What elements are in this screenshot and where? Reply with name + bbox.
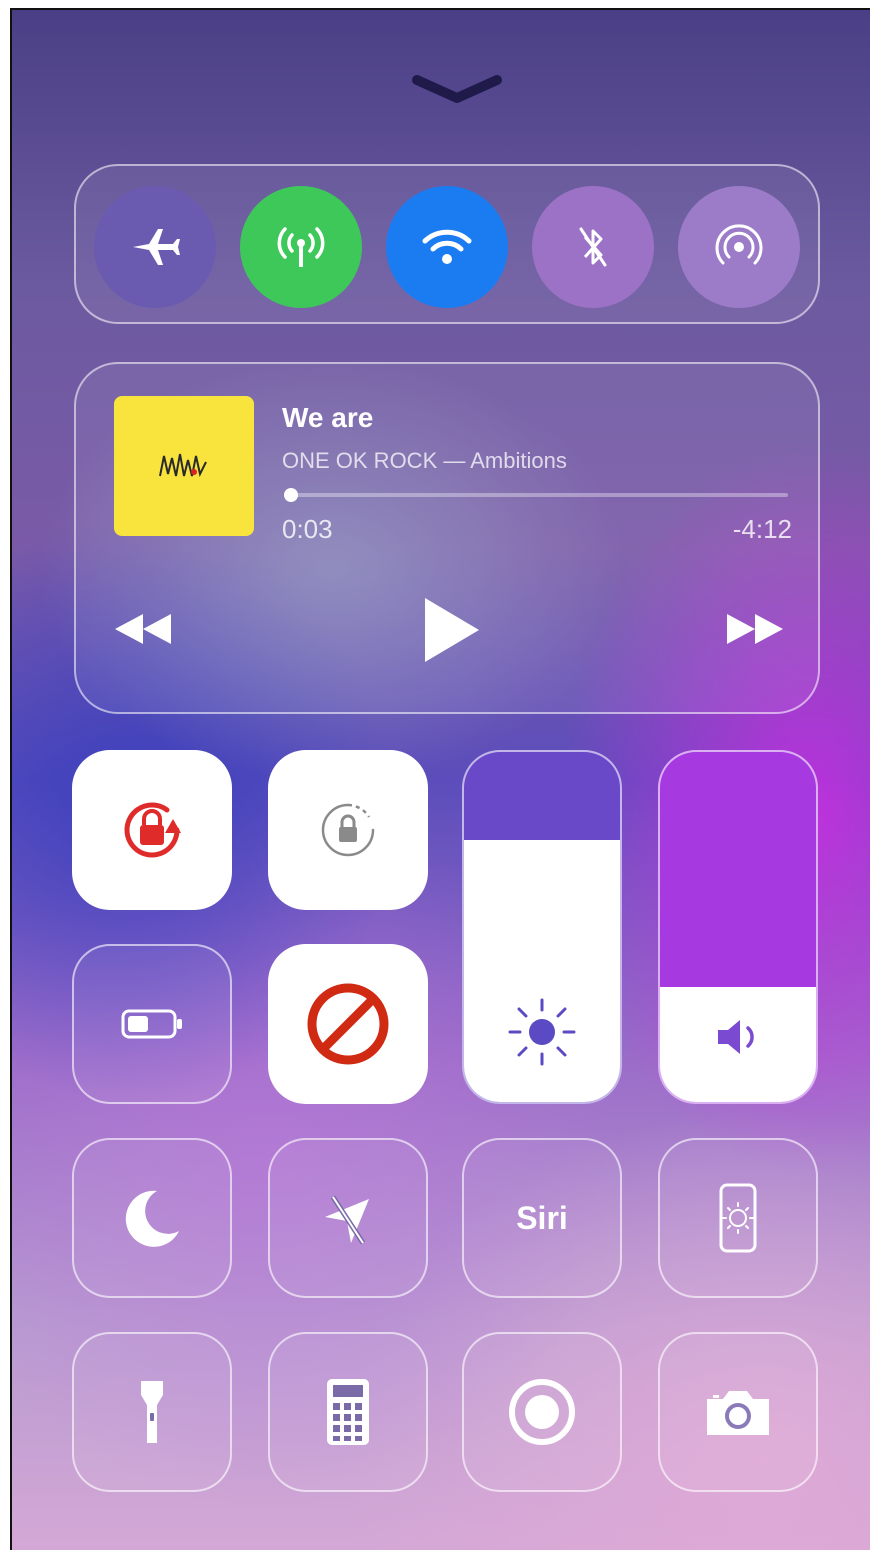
dismiss-chevron-icon[interactable] bbox=[407, 70, 507, 110]
moon-icon bbox=[125, 1190, 179, 1247]
playback-scrubber[interactable] bbox=[284, 488, 788, 502]
control-center: We are ONE OK ROCK — Ambitions 0:03 -4:1… bbox=[12, 10, 870, 1550]
battery-icon bbox=[121, 1009, 182, 1039]
orientation-lock-icon bbox=[124, 802, 181, 858]
cellular-toggle[interactable] bbox=[240, 186, 362, 308]
fast-forward-icon bbox=[727, 614, 783, 644]
camera-button[interactable] bbox=[658, 1332, 818, 1492]
calculator-icon bbox=[327, 1379, 369, 1445]
airdrop-toggle[interactable] bbox=[678, 186, 800, 308]
siri-label: Siri bbox=[516, 1199, 568, 1236]
low-power-mode-button[interactable] bbox=[72, 944, 232, 1104]
play-button[interactable] bbox=[416, 592, 486, 668]
siri-button[interactable]: Siri bbox=[462, 1138, 622, 1298]
rotation-lock-alt-button[interactable] bbox=[268, 750, 428, 910]
calculator-button[interactable] bbox=[268, 1332, 428, 1492]
airdrop-icon bbox=[715, 224, 763, 265]
screen-record-button[interactable] bbox=[462, 1332, 622, 1492]
location-button[interactable] bbox=[268, 1138, 428, 1298]
wifi-icon bbox=[422, 229, 472, 264]
screen-record-icon bbox=[509, 1379, 575, 1445]
do-not-disturb-block-button[interactable] bbox=[268, 944, 428, 1104]
orientation-lock-button[interactable] bbox=[72, 750, 232, 910]
bluetooth-toggle[interactable] bbox=[532, 186, 654, 308]
frame-edge bbox=[10, 8, 12, 1550]
album-logo-icon bbox=[159, 453, 207, 477]
flashlight-icon bbox=[141, 1381, 163, 1443]
wifi-toggle[interactable] bbox=[386, 186, 508, 308]
fast-forward-button[interactable] bbox=[720, 604, 790, 654]
bluetooth-off-icon bbox=[579, 227, 607, 267]
volume-slider[interactable] bbox=[658, 750, 818, 1104]
song-artist-album: ONE OK ROCK — Ambitions bbox=[282, 448, 567, 473]
brightness-slider[interactable] bbox=[462, 750, 622, 1104]
remaining-time: -4:12 bbox=[732, 514, 792, 544]
song-title: We are bbox=[282, 402, 374, 433]
scrubber-knob[interactable] bbox=[284, 488, 299, 502]
rewind-icon bbox=[115, 614, 171, 644]
speaker-icon bbox=[718, 1020, 754, 1054]
moon-button[interactable] bbox=[72, 1138, 232, 1298]
now-playing-panel: We are ONE OK ROCK — Ambitions 0:03 -4:1… bbox=[74, 362, 820, 714]
elapsed-time: 0:03 bbox=[282, 514, 333, 544]
connectivity-panel bbox=[74, 164, 820, 324]
play-icon bbox=[425, 598, 479, 662]
airplane-mode-toggle[interactable] bbox=[94, 186, 216, 308]
sun-icon bbox=[508, 998, 576, 1066]
phone-brightness-icon bbox=[719, 1183, 757, 1253]
frame-top-edge bbox=[10, 8, 870, 10]
flashlight-button[interactable] bbox=[72, 1332, 232, 1492]
screen-brightness-button[interactable] bbox=[658, 1138, 818, 1298]
rewind-button[interactable] bbox=[108, 604, 178, 654]
airplane-icon bbox=[133, 229, 180, 265]
prohibited-icon bbox=[307, 983, 389, 1065]
camera-icon bbox=[707, 1391, 769, 1435]
orientation-lock-icon bbox=[321, 803, 375, 857]
location-off-icon bbox=[325, 1195, 369, 1245]
cellular-antenna-icon bbox=[277, 227, 325, 267]
album-artwork[interactable] bbox=[114, 396, 254, 536]
